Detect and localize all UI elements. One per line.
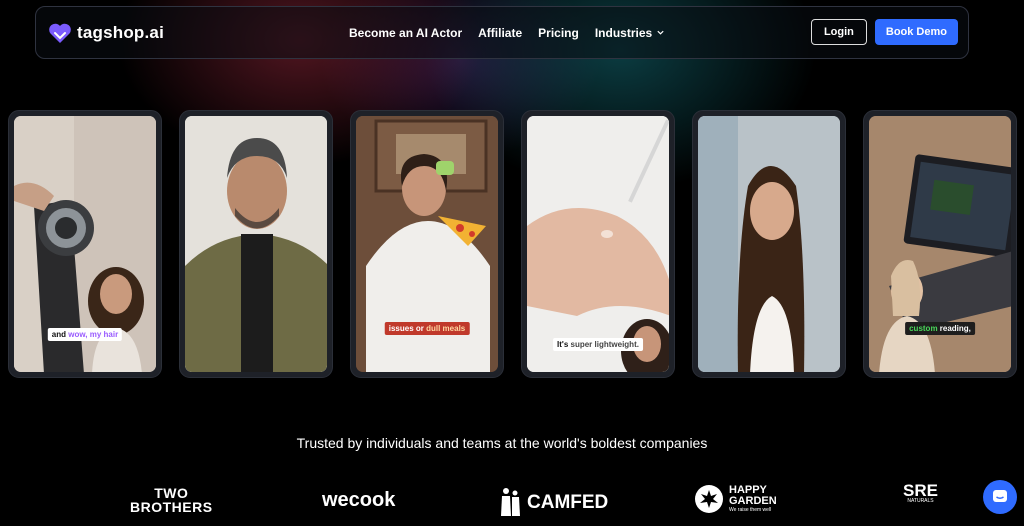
- video-cards: and wow, my hair issues or dull meals It…: [8, 110, 1017, 378]
- video-caption: and wow, my hair: [47, 328, 123, 341]
- video-thumbnail: and wow, my hair: [14, 116, 156, 372]
- two-brothers-logo: TWO BROTHERS: [130, 485, 213, 515]
- brand-logo[interactable]: tagshop.ai: [48, 22, 164, 44]
- video-card-6[interactable]: custom reading,: [863, 110, 1017, 378]
- chat-icon: [993, 490, 1007, 502]
- partner-logos: TWO BROTHERS wecook CAMFED HAPPY GARDEN …: [0, 478, 1024, 522]
- nav-link-affiliate[interactable]: Affiliate: [478, 26, 522, 40]
- serum-dropper-image: [527, 116, 669, 372]
- nav-link-industries-label: Industries: [594, 25, 653, 40]
- wecook-logo: wecook: [322, 489, 396, 511]
- nav-link-industries[interactable]: Industries: [595, 26, 665, 40]
- leaf-logo-icon: [695, 485, 723, 513]
- video-thumbnail: [698, 116, 840, 372]
- camfed-logo: CAMFED: [497, 486, 608, 518]
- video-thumbnail: [185, 116, 327, 372]
- video-thumbnail: It's super lightweight.: [527, 116, 669, 372]
- video-card-5[interactable]: [692, 110, 846, 378]
- nav-link-pricing[interactable]: Pricing: [538, 26, 579, 40]
- camfed-figures-icon: [501, 488, 520, 516]
- book-demo-button[interactable]: Book Demo: [874, 19, 958, 45]
- video-card-3[interactable]: issues or dull meals: [350, 110, 504, 378]
- nav-link-become-ai-actor[interactable]: Become an AI Actor: [349, 26, 462, 40]
- top-navbar: tagshop.ai Become an AI Actor Affiliate …: [35, 6, 969, 59]
- video-card-4[interactable]: It's super lightweight.: [521, 110, 675, 378]
- video-thumbnail: issues or dull meals: [356, 116, 498, 372]
- chat-support-button[interactable]: [983, 480, 1017, 514]
- sre-naturals-logo: SRE NATURALS: [903, 481, 938, 504]
- login-button[interactable]: Login: [810, 19, 867, 45]
- nav-links: Become an AI Actor Affiliate Pricing Ind…: [349, 7, 665, 58]
- happy-garden-logo: HAPPY GARDEN We raise them well: [694, 484, 777, 514]
- man-speaking-image: [185, 116, 327, 372]
- video-thumbnail: custom reading,: [869, 116, 1011, 372]
- video-card-2[interactable]: [179, 110, 333, 378]
- heart-logo-icon: [49, 23, 71, 43]
- video-caption: It's super lightweight.: [553, 338, 643, 351]
- brand-name: tagshop.ai: [77, 22, 165, 42]
- nav-actions: Login Book Demo: [810, 19, 958, 45]
- video-card-1[interactable]: and wow, my hair: [8, 110, 162, 378]
- video-caption: custom reading,: [905, 322, 975, 335]
- woman-long-hair-image: [698, 116, 840, 372]
- trusted-by-heading: Trusted by individuals and teams at the …: [296, 435, 708, 451]
- chevron-down-icon: [657, 30, 664, 35]
- video-caption: issues or dull meals: [384, 322, 470, 335]
